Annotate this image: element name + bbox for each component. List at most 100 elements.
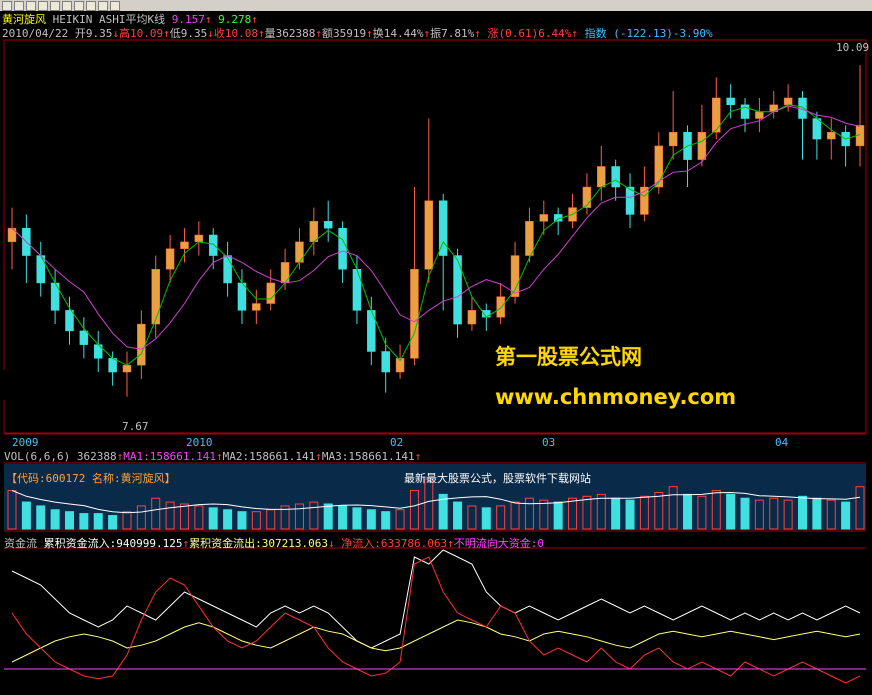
candle-body (697, 131, 707, 160)
quote-date: 2010/04/22 (2, 27, 69, 40)
volume-bar (223, 509, 233, 530)
candle-body (424, 200, 434, 270)
indicator-name: HEIKIN ASHI平均K线 (52, 13, 166, 26)
candle-body (783, 97, 793, 106)
candle-body (812, 118, 822, 140)
candle-body (151, 269, 160, 325)
stock-chart-canvas (0, 39, 867, 684)
volume-bar (812, 497, 822, 530)
stock-name: 黄河旋风 (2, 13, 46, 26)
date-label: 04 (775, 436, 789, 449)
candle-body (65, 310, 74, 332)
price-axis-top: 10.09 (836, 41, 870, 54)
indicator-value-1: 9.157 (171, 13, 205, 26)
candle-body (194, 234, 204, 243)
volume-bar (683, 493, 693, 530)
candle-body (611, 166, 620, 188)
candle-body (755, 111, 764, 119)
candle-body (726, 97, 735, 106)
candle-body (79, 330, 89, 345)
candle-body (827, 131, 836, 140)
candle-body (252, 303, 261, 311)
watermark-url: www.chnmoney.com (495, 385, 737, 409)
quote-change-percent: 6.44% (538, 27, 572, 40)
ma-slow-line (11, 105, 861, 350)
volume-bar (93, 513, 103, 530)
candle-body (668, 131, 678, 147)
flow-unknown: 不明流向大资金:0 (453, 537, 544, 550)
flow-net: 净流入:633786.063 (341, 537, 448, 550)
candle-body (525, 221, 534, 256)
quote-open: 开9.35 (74, 27, 113, 40)
volume-bar (64, 511, 74, 530)
candle-body (539, 214, 549, 222)
candle-body (323, 221, 333, 229)
flow-inflow: 累积资金流入:940999.125 (43, 537, 183, 550)
date-label: 03 (542, 436, 556, 449)
quote-index-label: 指数 (584, 27, 607, 40)
volume-bar (798, 495, 808, 530)
flow-red-line (11, 556, 861, 684)
quote-index-value: (-122.13)-3.90% (613, 27, 713, 40)
candle-body (410, 269, 419, 359)
watermark-cn: 第一股票公式网 (495, 345, 642, 369)
vol-ma1: MA1:158661.141 (123, 450, 216, 463)
vol-header: VOL(6,6,6) 362388↑MA1:158661.141↑MA2:158… (4, 450, 422, 463)
volume-bar (50, 509, 60, 530)
vol-ma2: MA2:158661.141 (222, 450, 316, 463)
volume-bar (323, 503, 333, 530)
code-line: 【代码:600172 名称:黄河旋风】 (6, 472, 176, 485)
candle-body (122, 364, 132, 373)
candle-body (208, 234, 218, 256)
date-label: 02 (390, 436, 404, 449)
quote-change-value: (0.61) (498, 27, 539, 40)
header-line: 黄河旋风 HEIKIN ASHI平均K线 9.157↑ 9.278↑ (2, 13, 258, 26)
volume-bar (237, 511, 247, 530)
volume-bar (481, 507, 491, 530)
candle-body (381, 351, 390, 373)
candle-body (352, 269, 362, 311)
vol-value: 362388 (76, 450, 117, 463)
flow-header: 资金流 累积资金流入:940999.125↑累积资金流出:307213.063↓… (4, 537, 544, 550)
quote-change-label: 涨 (487, 27, 499, 40)
volume-bar (553, 501, 563, 530)
indicator-value-2: 9.278 (218, 13, 252, 26)
volume-bar (453, 501, 463, 530)
slogan-line: 最新最大股票公式，股票软件下载网站 (404, 472, 591, 485)
volume-bar (726, 493, 736, 530)
date-label: 2010 (186, 436, 213, 449)
low-price-mark: 7.67 (122, 420, 149, 433)
candle-body (137, 323, 146, 366)
candle-body (36, 255, 45, 284)
vol-label: VOL(6,6,6) (4, 450, 71, 463)
volume-bar (21, 501, 31, 530)
candle-body (266, 282, 275, 304)
volume-bar (208, 507, 218, 530)
volume-bar (366, 509, 376, 530)
candle-body (338, 227, 347, 270)
flow-label: 资金流 (4, 537, 37, 550)
volume-bar (36, 505, 46, 530)
candle-body (108, 358, 117, 373)
candle-body (467, 310, 477, 325)
quote-volume: 量362388 (264, 27, 316, 40)
candle-body (597, 166, 606, 188)
volume-bar (740, 497, 750, 530)
volume-bar (841, 501, 851, 530)
quote-line: 2010/04/22 开9.35↓高10.09↑低9.35↓收10.08↑量36… (2, 27, 713, 40)
quote-low: 低9.35 (169, 27, 208, 40)
candle-body (237, 282, 247, 311)
volume-bar (352, 507, 362, 530)
date-label: 2009 (12, 436, 39, 449)
quote-amplitude: 振7.81% (430, 27, 475, 40)
candle-body (295, 241, 304, 263)
volume-bar (625, 499, 635, 530)
candle-body (496, 296, 505, 318)
volume-bar (338, 505, 348, 530)
quote-high: 高10.09 (118, 27, 164, 40)
candle-body (180, 241, 189, 249)
candle-body (309, 221, 319, 243)
candle-body (165, 248, 175, 270)
quote-amount: 额35919 (321, 27, 367, 40)
volume-bar (79, 513, 89, 530)
